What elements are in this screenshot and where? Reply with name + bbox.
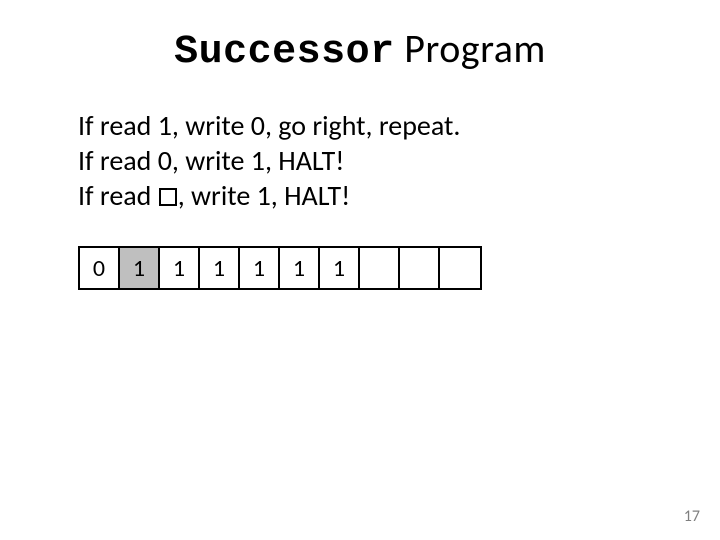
tape-cell — [360, 248, 400, 288]
tape-cell: 0 — [80, 248, 120, 288]
program-rules: If read 1, write 0, go right, repeat. If… — [78, 108, 460, 213]
blank-symbol-icon — [159, 188, 177, 206]
tape-cell: 1 — [160, 248, 200, 288]
rule-line-3: If read , write 1, HALT! — [78, 178, 460, 213]
tape-cell: 1 — [240, 248, 280, 288]
tape-cell: 1 — [200, 248, 240, 288]
tape-cell: 1 — [120, 248, 160, 288]
rule-line-3-pre: If read — [78, 178, 158, 213]
tape-cell: 1 — [280, 248, 320, 288]
tape-cell: 1 — [320, 248, 360, 288]
rule-line-2: If read 0, write 1, HALT! — [78, 143, 460, 178]
slide-title: Successor Program — [0, 24, 720, 75]
page-number: 17 — [684, 507, 700, 526]
tape-cell — [400, 248, 440, 288]
slide: Successor Program If read 1, write 0, go… — [0, 0, 720, 540]
rule-line-1: If read 1, write 0, go right, repeat. — [78, 108, 460, 143]
tape: 0111111 — [78, 246, 482, 290]
rule-line-3-post: , write 1, HALT! — [178, 178, 351, 213]
title-mono: Successor — [174, 30, 395, 75]
tape-cell — [440, 248, 480, 288]
title-rest: Program — [395, 24, 546, 73]
